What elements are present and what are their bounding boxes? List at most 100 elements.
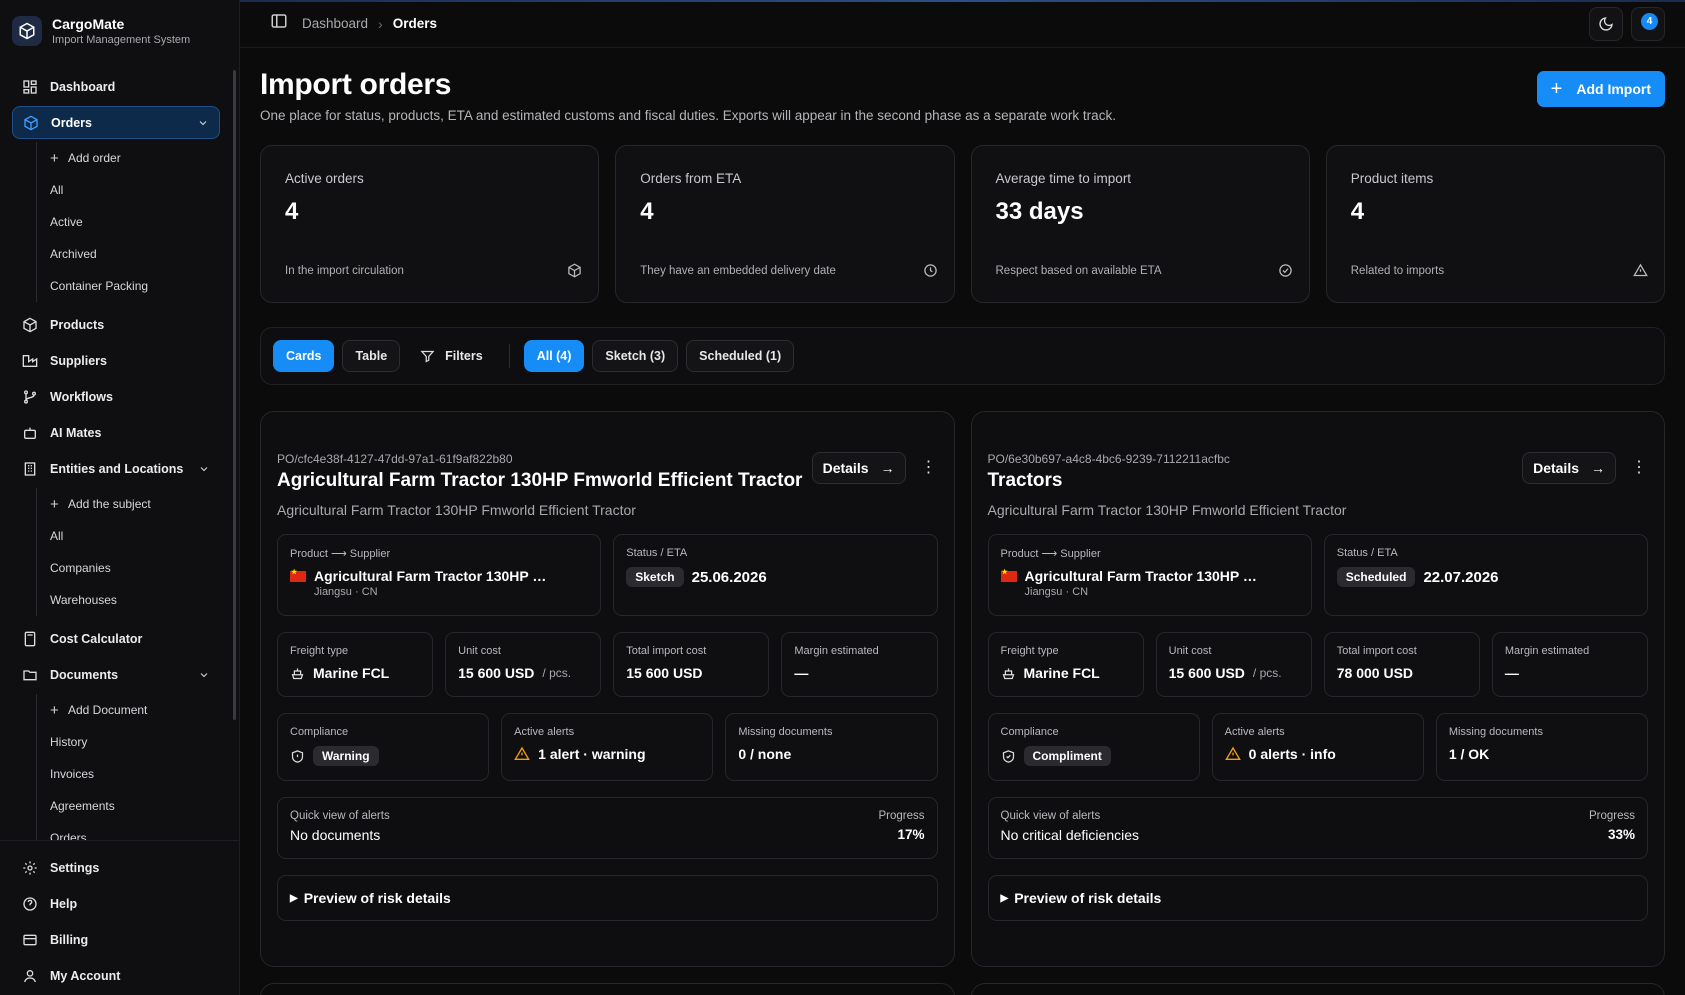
clock-icon bbox=[923, 264, 937, 277]
chevron-down-icon[interactable] bbox=[197, 117, 209, 129]
sidebar-item-label: Products bbox=[50, 317, 105, 332]
brand[interactable]: CargoMate Import Management System bbox=[0, 0, 239, 50]
view-table-button[interactable]: Table bbox=[342, 340, 401, 372]
margin-box: Margin estimated — bbox=[781, 632, 938, 697]
sidebar-item-products[interactable]: Products bbox=[12, 308, 220, 341]
compliance-box: Compliance Warning bbox=[277, 713, 490, 781]
quick-view-value: No critical deficiencies bbox=[1000, 827, 1140, 843]
theme-toggle-button[interactable] bbox=[1589, 6, 1623, 41]
stat-value: 4 bbox=[640, 198, 654, 225]
sidebar-subitem-invoices[interactable]: Invoices bbox=[50, 758, 231, 790]
china-flag-icon bbox=[290, 568, 306, 582]
sidebar-subitem-companies[interactable]: Companies bbox=[50, 552, 231, 584]
sidebar-scrollbar[interactable] bbox=[233, 70, 236, 720]
sidebar-subitem-container-packing[interactable]: Container Packing bbox=[50, 270, 231, 302]
view-cards-button[interactable]: Cards bbox=[273, 340, 335, 372]
status-badge: Scheduled bbox=[1336, 567, 1416, 587]
stats-row: Active orders 4 In the import circulatio… bbox=[260, 145, 1665, 303]
product-name[interactable]: Agricultural Farm Tractor 130HP Fmworld … bbox=[1025, 568, 1260, 584]
sidebar-item-suppliers[interactable]: Suppliers bbox=[12, 344, 220, 377]
filter-icon bbox=[420, 350, 435, 363]
chevron-down-icon[interactable] bbox=[198, 463, 210, 475]
sidebar-item-workflows[interactable]: Workflows bbox=[12, 380, 220, 413]
sidebar-item-documents[interactable]: Documents bbox=[12, 658, 220, 691]
triangle-right-icon: ▶ bbox=[1000, 892, 1009, 904]
sidebar-subitem-active[interactable]: Active bbox=[50, 206, 231, 238]
sidebar-subitem-history[interactable]: History bbox=[50, 726, 231, 758]
sidebar-subitem-add-order[interactable]: + Add order bbox=[50, 142, 231, 174]
brand-name: CargoMate bbox=[52, 16, 125, 32]
sidebar-item-entities[interactable]: Entities and Locations bbox=[12, 452, 220, 485]
freight-type-box: Freight type Marine FCL bbox=[987, 632, 1144, 697]
sidebar-subitem-agreements[interactable]: Agreements bbox=[50, 790, 231, 822]
box-logo-icon bbox=[12, 16, 42, 46]
progress-value: 17% bbox=[897, 827, 925, 842]
plus-icon: + bbox=[1550, 77, 1563, 100]
gear-icon bbox=[23, 860, 37, 875]
order-card-partial bbox=[260, 983, 955, 995]
sidebar-item-billing[interactable]: Billing bbox=[12, 923, 228, 956]
order-description: Agricultural Farm Tractor 130HP Fmworld … bbox=[987, 502, 1347, 518]
sidebar-item-my-account[interactable]: My Account bbox=[12, 959, 228, 992]
sidebar-item-ai-mates[interactable]: AI Mates bbox=[12, 416, 220, 449]
sidebar-item-orders[interactable]: Orders bbox=[12, 106, 220, 139]
sidebar-item-label: Entities and Locations bbox=[50, 461, 184, 476]
sidebar-item-dashboard[interactable]: Dashboard bbox=[12, 70, 220, 103]
dashboard-icon bbox=[23, 79, 37, 94]
shield-check-icon bbox=[1002, 749, 1014, 763]
stat-footnote: In the import circulation bbox=[285, 264, 404, 277]
stat-footnote: They have an embedded delivery date bbox=[640, 264, 836, 277]
product-name[interactable]: Agricultural Farm Tractor 130HP Fmworld … bbox=[314, 568, 549, 584]
missing-documents-box: Missing documents 0 / none bbox=[725, 713, 938, 781]
sidebar-subitem-add-document[interactable]: + Add Document bbox=[50, 694, 231, 726]
page-subtitle: One place for status, products, ETA and … bbox=[260, 108, 1116, 123]
folder-icon bbox=[23, 669, 37, 680]
plus-icon: + bbox=[50, 701, 59, 719]
bot-icon bbox=[24, 427, 36, 439]
stat-card-product-items: Product items 4 Related to imports bbox=[1325, 145, 1665, 303]
sidebar-item-cost-calculator[interactable]: Cost Calculator bbox=[12, 622, 220, 655]
chevron-down-icon[interactable] bbox=[198, 669, 210, 681]
receipt-icon bbox=[23, 934, 37, 945]
order-card: PO/6e30b697-a4c8-4bc6-9239-7112211acfbc … bbox=[970, 411, 1665, 967]
order-card: PO/cfc4e38f-4127-47dd-97a1-61f9af822b80 … bbox=[260, 411, 955, 967]
sidebar-subitem-all-entities[interactable]: All bbox=[50, 520, 231, 552]
status-eta-box: Status / ETA Scheduled 22.07.2026 bbox=[1323, 534, 1648, 616]
sidebar-subitem-warehouses[interactable]: Warehouses bbox=[50, 584, 231, 616]
more-options-icon[interactable]: ⋮ bbox=[1630, 460, 1648, 476]
notifications-button[interactable]: 4 bbox=[1631, 6, 1665, 41]
sidebar-item-settings[interactable]: Settings bbox=[12, 851, 228, 884]
filter-sketch-tab[interactable]: Sketch (3) bbox=[592, 340, 679, 372]
eta-date: 22.07.2026 bbox=[1423, 568, 1499, 586]
sidebar-item-help[interactable]: Help bbox=[12, 887, 228, 920]
quick-view-box: Quick view of alerts No critical deficie… bbox=[987, 797, 1648, 859]
order-description: Agricultural Farm Tractor 130HP Fmworld … bbox=[277, 502, 636, 518]
total-import-cost-box: Total import cost 78 000 USD bbox=[1323, 632, 1480, 697]
git-branch-icon bbox=[24, 389, 36, 404]
filters-button[interactable]: Filters bbox=[408, 340, 495, 372]
progress-value: 33% bbox=[1607, 827, 1635, 842]
triangle-right-icon: ▶ bbox=[290, 892, 298, 904]
filter-scheduled-tab[interactable]: Scheduled (1) bbox=[686, 340, 795, 372]
sidebar-item-label: Help bbox=[50, 896, 78, 911]
sidebar-toggle-icon[interactable] bbox=[270, 12, 288, 35]
stat-card-orders-from-eta: Orders from ETA 4 They have an embedded … bbox=[615, 145, 955, 303]
stat-footnote: Related to imports bbox=[1350, 264, 1445, 277]
risk-details-toggle[interactable]: ▶ Preview of risk details bbox=[277, 875, 938, 921]
sidebar-subitem-add-subject[interactable]: + Add the subject bbox=[50, 488, 231, 520]
unit-cost-box: Unit cost 15 600 USD / pcs. bbox=[445, 632, 602, 697]
warning-icon bbox=[1633, 263, 1648, 277]
missing-documents-box: Missing documents 1 / OK bbox=[1435, 713, 1648, 781]
breadcrumb-current: Orders bbox=[392, 16, 437, 31]
add-import-button[interactable]: + Add Import bbox=[1536, 71, 1665, 107]
details-button[interactable]: Details → bbox=[811, 452, 906, 484]
breadcrumb-dashboard[interactable]: Dashboard bbox=[302, 16, 368, 31]
risk-details-toggle[interactable]: ▶ Preview of risk details bbox=[987, 875, 1648, 921]
sidebar-subitem-archived[interactable]: Archived bbox=[50, 238, 231, 270]
filter-all-tab[interactable]: All (4) bbox=[523, 340, 585, 372]
sidebar: CargoMate Import Management System Dashb… bbox=[0, 0, 240, 995]
more-options-icon[interactable]: ⋮ bbox=[920, 460, 938, 476]
sidebar-subitem-all[interactable]: All bbox=[50, 174, 231, 206]
details-button[interactable]: Details → bbox=[1522, 452, 1616, 484]
top-bar: Dashboard › Orders 4 bbox=[240, 0, 1685, 48]
